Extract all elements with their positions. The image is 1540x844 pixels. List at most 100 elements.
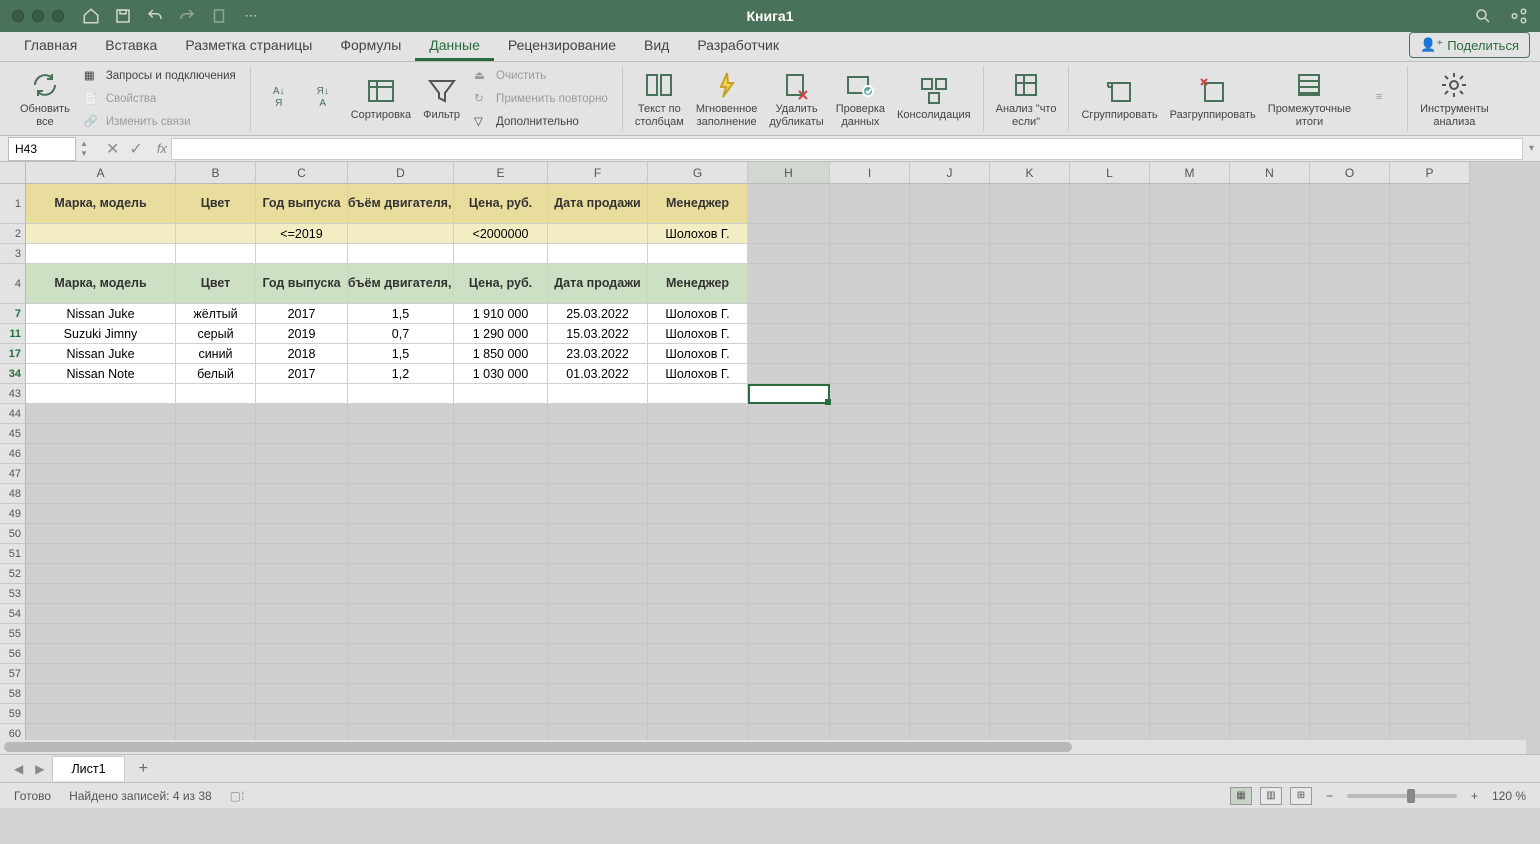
cell[interactable]: [548, 544, 648, 564]
cell[interactable]: [256, 484, 348, 504]
cell[interactable]: [830, 344, 910, 364]
cell[interactable]: [990, 184, 1070, 224]
col-head-K[interactable]: K: [990, 162, 1070, 184]
cell[interactable]: [830, 184, 910, 224]
cell[interactable]: [26, 384, 176, 404]
cell[interactable]: [1390, 464, 1470, 484]
cell[interactable]: [1390, 364, 1470, 384]
cell[interactable]: 2017: [256, 364, 348, 384]
cell[interactable]: [830, 304, 910, 324]
cell[interactable]: [1390, 264, 1470, 304]
cell[interactable]: [256, 684, 348, 704]
cell[interactable]: [176, 464, 256, 484]
cell[interactable]: [748, 664, 830, 684]
cell[interactable]: [1230, 584, 1310, 604]
cell[interactable]: [1070, 244, 1150, 264]
cell[interactable]: [26, 404, 176, 424]
cell[interactable]: [1150, 404, 1230, 424]
sheet-next-icon[interactable]: ▶: [31, 758, 48, 780]
cell[interactable]: [26, 604, 176, 624]
cell[interactable]: [1150, 344, 1230, 364]
cell[interactable]: [990, 544, 1070, 564]
cell[interactable]: [256, 624, 348, 644]
cell[interactable]: [1390, 624, 1470, 644]
cell[interactable]: Цвет: [176, 184, 256, 224]
expand-fx-icon[interactable]: ▾: [1523, 143, 1540, 154]
cell[interactable]: [348, 624, 454, 644]
cell[interactable]: [26, 644, 176, 664]
row-head-50[interactable]: 50: [0, 524, 26, 544]
cell[interactable]: [26, 684, 176, 704]
cell[interactable]: [256, 524, 348, 544]
cell[interactable]: [26, 564, 176, 584]
cell[interactable]: [1390, 324, 1470, 344]
tab-вставка[interactable]: Вставка: [91, 31, 171, 61]
cell[interactable]: [830, 644, 910, 664]
cancel-icon[interactable]: ✕: [106, 139, 119, 159]
cell[interactable]: [1310, 184, 1390, 224]
cell[interactable]: [454, 544, 548, 564]
row-head-45[interactable]: 45: [0, 424, 26, 444]
filter-button[interactable]: Фильтр: [421, 73, 462, 124]
col-head-O[interactable]: O: [1310, 162, 1390, 184]
select-all-corner[interactable]: [0, 162, 26, 184]
normal-view-button[interactable]: ▦: [1230, 787, 1252, 805]
cell[interactable]: 2018: [256, 344, 348, 364]
cell[interactable]: Год выпуска: [256, 184, 348, 224]
cell[interactable]: [1070, 264, 1150, 304]
cell[interactable]: [1150, 624, 1230, 644]
cell[interactable]: [748, 344, 830, 364]
cell[interactable]: [830, 224, 910, 244]
cell[interactable]: [548, 584, 648, 604]
cell[interactable]: [1390, 524, 1470, 544]
cell[interactable]: [1390, 404, 1470, 424]
cell[interactable]: синий: [176, 344, 256, 364]
cell[interactable]: [1230, 364, 1310, 384]
cell[interactable]: [990, 304, 1070, 324]
cell[interactable]: [1230, 224, 1310, 244]
cell[interactable]: [348, 584, 454, 604]
cell[interactable]: [1070, 344, 1150, 364]
cell[interactable]: [910, 304, 990, 324]
data-validation-button[interactable]: Проверка данных: [834, 67, 887, 130]
cell[interactable]: [26, 424, 176, 444]
cell[interactable]: Марка, модель: [26, 184, 176, 224]
cell[interactable]: [990, 504, 1070, 524]
cell[interactable]: [830, 264, 910, 304]
cell[interactable]: [1150, 524, 1230, 544]
cell[interactable]: [1390, 484, 1470, 504]
cell[interactable]: [910, 644, 990, 664]
cell[interactable]: [830, 424, 910, 444]
cell[interactable]: [548, 644, 648, 664]
cell[interactable]: [648, 404, 748, 424]
cell[interactable]: [1070, 324, 1150, 344]
cell[interactable]: [1310, 524, 1390, 544]
tab-главная[interactable]: Главная: [10, 31, 91, 61]
cell[interactable]: 1 850 000: [454, 344, 548, 364]
cell[interactable]: [830, 404, 910, 424]
row-head-48[interactable]: 48: [0, 484, 26, 504]
row-head-55[interactable]: 55: [0, 624, 26, 644]
cell[interactable]: [348, 384, 454, 404]
cell[interactable]: [1150, 384, 1230, 404]
cell[interactable]: [910, 624, 990, 644]
col-head-M[interactable]: M: [1150, 162, 1230, 184]
cell[interactable]: [1310, 604, 1390, 624]
cell[interactable]: [454, 464, 548, 484]
cell[interactable]: [1310, 244, 1390, 264]
cell[interactable]: [1310, 644, 1390, 664]
cell[interactable]: [26, 244, 176, 264]
sort-za-button[interactable]: Я↓A: [305, 80, 341, 118]
cell[interactable]: [748, 524, 830, 544]
cell[interactable]: [648, 384, 748, 404]
cell[interactable]: [1310, 344, 1390, 364]
cell[interactable]: [910, 524, 990, 544]
cell[interactable]: [648, 544, 748, 564]
cell[interactable]: [1310, 544, 1390, 564]
cell[interactable]: [256, 564, 348, 584]
cell[interactable]: [548, 604, 648, 624]
cell[interactable]: [454, 624, 548, 644]
cell[interactable]: [648, 664, 748, 684]
cell[interactable]: [26, 584, 176, 604]
macro-record-icon[interactable]: ▢⁞: [230, 789, 245, 803]
